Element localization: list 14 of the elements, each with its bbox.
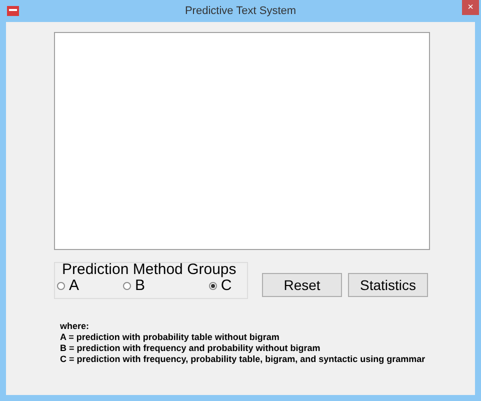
legend-line: where: bbox=[60, 321, 90, 332]
app-icon bbox=[7, 6, 19, 16]
legend-line: B = prediction with frequency and probability without bigram bbox=[60, 343, 322, 354]
text-area[interactable] bbox=[54, 32, 430, 250]
legend-line: A = prediction with probability table without bigram bbox=[60, 332, 280, 343]
statistics-button[interactable]: Statistics bbox=[348, 273, 428, 297]
legend-line: C = prediction with frequency, probability table, bigram, and syntactic using grammar bbox=[60, 354, 426, 365]
radio-option[interactable]: A bbox=[57, 277, 123, 294]
radio-option[interactable]: B bbox=[122, 277, 189, 294]
group-title: Prediction Method Groups bbox=[61, 262, 238, 277]
window-title: Predictive Text System bbox=[184, 4, 296, 19]
reset-button[interactable]: Reset bbox=[262, 273, 342, 297]
radio-option[interactable]: C bbox=[208, 277, 245, 294]
close-button[interactable]: × bbox=[462, 0, 479, 15]
